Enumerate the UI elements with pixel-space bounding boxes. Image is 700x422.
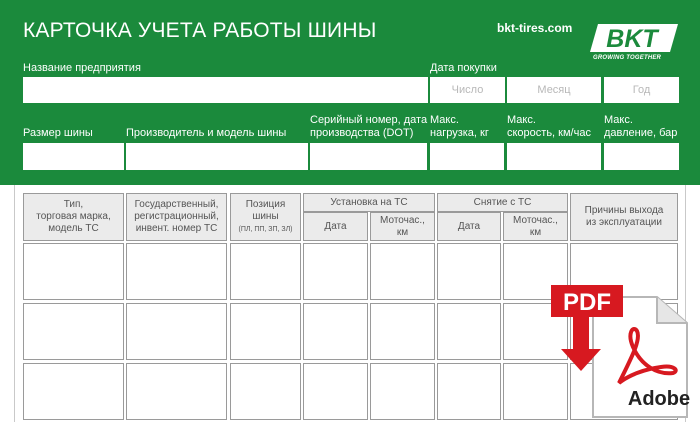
purchase-year-field[interactable]: Год xyxy=(604,77,679,103)
tire-maker-label: Производитель и модель шины xyxy=(126,127,287,139)
site-link[interactable]: bkt-tires.com xyxy=(497,21,572,35)
table-cell[interactable] xyxy=(370,363,435,420)
table-cell[interactable] xyxy=(437,363,501,420)
group-header-removal: Снятие с ТС xyxy=(437,193,568,212)
col-header-reg-number: Государственный, регистрационный, инвент. … xyxy=(126,193,227,241)
table-cell[interactable] xyxy=(303,303,368,360)
group-header-installation: Установка на ТС xyxy=(303,193,435,212)
pdf-adobe-icon[interactable]: PDF Adobe xyxy=(549,283,697,419)
table-cell[interactable] xyxy=(303,363,368,420)
pdf-label: PDF xyxy=(563,289,611,316)
serial-label: Серийный номер, дата производства (DOT) xyxy=(310,114,428,139)
col-header-vehicle-type: Тип, торговая марка, модель ТС xyxy=(23,193,124,241)
purchase-month-field[interactable]: Месяц xyxy=(507,77,601,103)
table-cell[interactable] xyxy=(126,363,227,420)
tire-maker-field[interactable] xyxy=(126,143,308,170)
tire-size-label: Размер шины xyxy=(23,127,93,139)
table-cell[interactable] xyxy=(23,243,124,300)
col-header-removal-date: Дата xyxy=(437,212,501,241)
logo-tagline: GROWING TOGETHER xyxy=(593,55,662,61)
col-header-install-date: Дата xyxy=(303,212,368,241)
col-header-install-hours: Моточас., км xyxy=(370,212,435,241)
company-label: Название предприятия xyxy=(23,62,141,74)
max-load-label: Макс. нагрузка, кг xyxy=(430,114,489,139)
table-cell[interactable] xyxy=(370,303,435,360)
table-cell[interactable] xyxy=(126,303,227,360)
header-banner: КАРТОЧКА УЧЕТА РАБОТЫ ШИНЫ bkt-tires.com… xyxy=(0,0,700,185)
table-cell[interactable] xyxy=(230,243,301,300)
bkt-logo: BKT GROWING TOGETHER xyxy=(590,24,680,64)
adobe-label: Adobe xyxy=(628,388,690,410)
table-cell[interactable] xyxy=(230,363,301,420)
max-pressure-field[interactable] xyxy=(604,143,679,170)
max-speed-field[interactable] xyxy=(507,143,601,170)
table-cell[interactable] xyxy=(23,363,124,420)
serial-field[interactable] xyxy=(310,143,427,170)
table-cell[interactable] xyxy=(303,243,368,300)
max-pressure-label: Макс. давление, бар xyxy=(604,114,678,139)
col-header-removal-reason: Причины выхода из эксплуатации xyxy=(570,193,678,241)
logo-text: BKT xyxy=(606,25,660,52)
max-speed-label: Макс. скорость, км/час xyxy=(507,114,591,139)
bkt-logo-mark-icon: BKT xyxy=(590,24,678,52)
table-cell[interactable] xyxy=(370,243,435,300)
table-cell[interactable] xyxy=(23,303,124,360)
table-cell[interactable] xyxy=(126,243,227,300)
purchase-day-field[interactable]: Число xyxy=(430,77,505,103)
purchase-date-label: Дата покупки xyxy=(430,62,497,74)
col-header-tire-position: Позиция шины (ПЛ, ПП, ЗП, ЗЛ) xyxy=(230,193,301,241)
company-field[interactable] xyxy=(23,77,428,103)
tire-size-field[interactable] xyxy=(23,143,124,170)
page-title: КАРТОЧКА УЧЕТА РАБОТЫ ШИНЫ xyxy=(23,19,377,42)
table-cell[interactable] xyxy=(437,243,501,300)
table-cell[interactable] xyxy=(230,303,301,360)
max-load-field[interactable] xyxy=(430,143,504,170)
table-cell[interactable] xyxy=(437,303,501,360)
col-header-removal-hours: Моточас., км xyxy=(503,212,568,241)
